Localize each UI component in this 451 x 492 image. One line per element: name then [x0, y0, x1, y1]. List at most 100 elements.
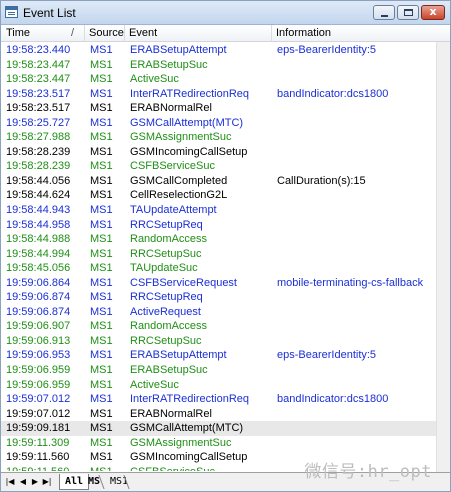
table-row[interactable]: 19:58:23.447 MS1 ERABSetupSuc: [1, 58, 450, 73]
row-source-cell: MS1: [90, 407, 113, 420]
row-event-cell: RRCSetupReq: [130, 218, 203, 231]
row-source-cell: MS1: [90, 58, 113, 71]
row-event-cell: TAUpdateSuc: [130, 262, 198, 275]
row-event-cell: ERABSetupAttempt: [130, 44, 227, 56]
row-source-cell: MS1: [90, 334, 113, 347]
row-event-cell: CSFBServiceSuc: [130, 465, 215, 471]
column-header-time[interactable]: Time: [6, 27, 30, 39]
row-source-cell: MS1: [90, 422, 113, 435]
row-time-cell: 19:58:44.624: [6, 189, 71, 202]
column-divider[interactable]: [84, 25, 85, 42]
column-header-event[interactable]: Event: [129, 27, 157, 39]
first-tab-button[interactable]: |◀: [5, 476, 15, 488]
row-event-cell: InterRATRedirectionReq: [130, 87, 250, 100]
row-time-cell: 19:59:06.907: [6, 320, 71, 333]
table-row[interactable]: 19:59:11.309 MS1 GSMAssignmentSuc: [1, 436, 450, 451]
row-source-cell: MS1: [90, 174, 113, 187]
table-row[interactable]: 19:58:44.994 MS1 RRCSetupSuc: [1, 247, 450, 262]
row-event-cell: RRCSetupReq: [130, 291, 203, 304]
row-event-cell: GSMIncomingCallSetup: [130, 451, 248, 464]
row-time-cell: 19:59:07.012: [6, 407, 71, 420]
table-row[interactable]: 19:59:09.181 MS1 GSMCallAttempt(MTC): [1, 421, 450, 436]
row-source-cell: MS1: [90, 160, 113, 173]
row-event-cell: CSFBServiceSuc: [130, 160, 215, 173]
minimize-icon: [381, 15, 388, 17]
row-source-cell: MS1: [90, 73, 113, 86]
row-time-cell: 19:58:44.056: [6, 174, 71, 187]
row-source-cell: MS1: [90, 102, 113, 115]
column-header-source[interactable]: Source: [89, 27, 124, 39]
table-row[interactable]: 19:59:06.864 MS1 CSFBServiceRequest mobile-…: [1, 276, 450, 291]
previous-tab-button[interactable]: ◀: [18, 476, 28, 488]
table-row[interactable]: 19:58:23.517 MS1 ERABNormalRel: [1, 101, 450, 116]
table-row[interactable]: 19:59:06.874 MS1 ActiveRequest: [1, 305, 450, 320]
table-row[interactable]: 19:59:06.953 MS1 ERABSetupAttempt eps-Beare…: [1, 348, 450, 363]
row-information-cell: mobile-terminating-cs-fallback: [277, 276, 424, 289]
table-row[interactable]: 19:58:44.958 MS1 RRCSetupReq: [1, 218, 450, 233]
row-event-cell: RandomAccess: [130, 320, 208, 333]
row-time-cell: 19:58:27.988: [6, 131, 71, 144]
table-row[interactable]: 19:58:44.624 MS1 CellReselectionG2L: [1, 188, 450, 203]
table-row[interactable]: 19:58:25.727 MS1 GSMCallAttempt(MTC): [1, 116, 450, 131]
table-row[interactable]: 19:58:28.239 MS1 GSMIncomingCallSetup: [1, 145, 450, 160]
row-time-cell: 19:58:23.440: [6, 44, 71, 56]
close-button[interactable]: x: [421, 5, 445, 20]
close-icon: x: [429, 5, 437, 18]
row-time-cell: 19:58:44.958: [6, 218, 71, 231]
row-source-cell: MS1: [90, 364, 113, 377]
column-divider[interactable]: [124, 25, 125, 42]
table-row[interactable]: 19:58:23.447 MS1 ActiveSuc: [1, 72, 450, 87]
column-divider[interactable]: [271, 25, 272, 42]
table-row[interactable]: 19:59:06.913 MS1 RRCSetupSuc: [1, 334, 450, 349]
row-source-cell: MS1: [90, 116, 113, 129]
row-source-cell: MS1: [90, 189, 113, 202]
row-time-cell: 19:58:44.994: [6, 247, 71, 260]
row-time-cell: 19:58:23.517: [6, 102, 71, 115]
watermark-text: 微信号:hr_opt: [304, 462, 432, 482]
table-row[interactable]: 19:58:44.943 MS1 TAUpdateAttempt: [1, 203, 450, 218]
row-time-cell: 19:59:11.560: [6, 451, 70, 464]
table-row[interactable]: 19:59:06.959 MS1 ERABSetupSuc: [1, 363, 450, 378]
maximize-button[interactable]: [397, 5, 419, 20]
table-row[interactable]: 19:59:06.959 MS1 ActiveSuc: [1, 378, 450, 393]
row-event-cell: ActiveRequest: [130, 305, 201, 318]
last-tab-button[interactable]: ▶|: [42, 476, 52, 488]
row-source-cell: MS1: [90, 465, 113, 471]
row-event-cell: ERABNormalRel: [130, 102, 212, 115]
row-time-cell: 19:58:44.943: [6, 204, 71, 217]
row-event-cell: GSMIncomingCallSetup: [130, 145, 248, 158]
row-source-cell: MS1: [90, 436, 113, 449]
row-time-cell: 19:58:23.447: [6, 73, 71, 86]
row-time-cell: 19:58:23.517: [6, 87, 71, 100]
table-row[interactable]: 19:58:23.517 MS1 InterRATRedirectionReq ban…: [1, 87, 450, 102]
minimize-button[interactable]: [373, 5, 395, 20]
table-row[interactable]: 19:59:07.012 MS1 ERABNormalRel: [1, 407, 450, 422]
table-row[interactable]: 19:58:23.440 MS1 ERABSetupAttempt eps-Beare…: [1, 43, 450, 58]
sort-indicator-icon: /: [71, 27, 75, 39]
table-row[interactable]: 19:58:45.056 MS1 TAUpdateSuc: [1, 261, 450, 276]
row-time-cell: 19:59:06.874: [6, 305, 71, 318]
vertical-scrollbar[interactable]: [436, 42, 450, 472]
list-window-icon: [5, 6, 18, 18]
row-time-cell: 19:59:06.959: [6, 364, 71, 377]
event-list-body: 19:58:23.440 MS1 ERABSetupAttempt eps-Beare…: [1, 43, 450, 471]
row-source-cell: MS1: [90, 218, 113, 231]
next-tab-button[interactable]: ▶: [30, 476, 40, 488]
table-row[interactable]: 19:59:06.874 MS1 RRCSetupReq: [1, 290, 450, 305]
row-time-cell: 19:58:45.056: [6, 262, 71, 275]
column-header-information[interactable]: Information: [276, 27, 331, 39]
title-bar[interactable]: Event List x: [1, 1, 450, 25]
row-event-cell: RRCSetupSuc: [130, 334, 202, 347]
row-source-cell: MS1: [90, 44, 113, 56]
table-row[interactable]: 19:58:44.988 MS1 RandomAccess: [1, 232, 450, 247]
table-row[interactable]: 19:59:07.012 MS1 InterRATRedirectionReq ban…: [1, 392, 450, 407]
table-row[interactable]: 19:59:06.907 MS1 RandomAccess: [1, 319, 450, 334]
row-source-cell: MS1: [90, 276, 113, 289]
row-event-cell: GSMAssignmentSuc: [130, 131, 232, 144]
table-row[interactable]: 19:58:27.988 MS1 GSMAssignmentSuc: [1, 130, 450, 145]
row-event-cell: ERABSetupSuc: [130, 364, 208, 377]
table-row[interactable]: 19:58:28.239 MS1 CSFBServiceSuc: [1, 159, 450, 174]
row-event-cell: ActiveSuc: [130, 73, 179, 86]
row-event-cell: GSMAssignmentSuc: [130, 436, 232, 449]
table-row[interactable]: 19:58:44.056 MS1 GSMCallCompleted CallDurat…: [1, 174, 450, 189]
